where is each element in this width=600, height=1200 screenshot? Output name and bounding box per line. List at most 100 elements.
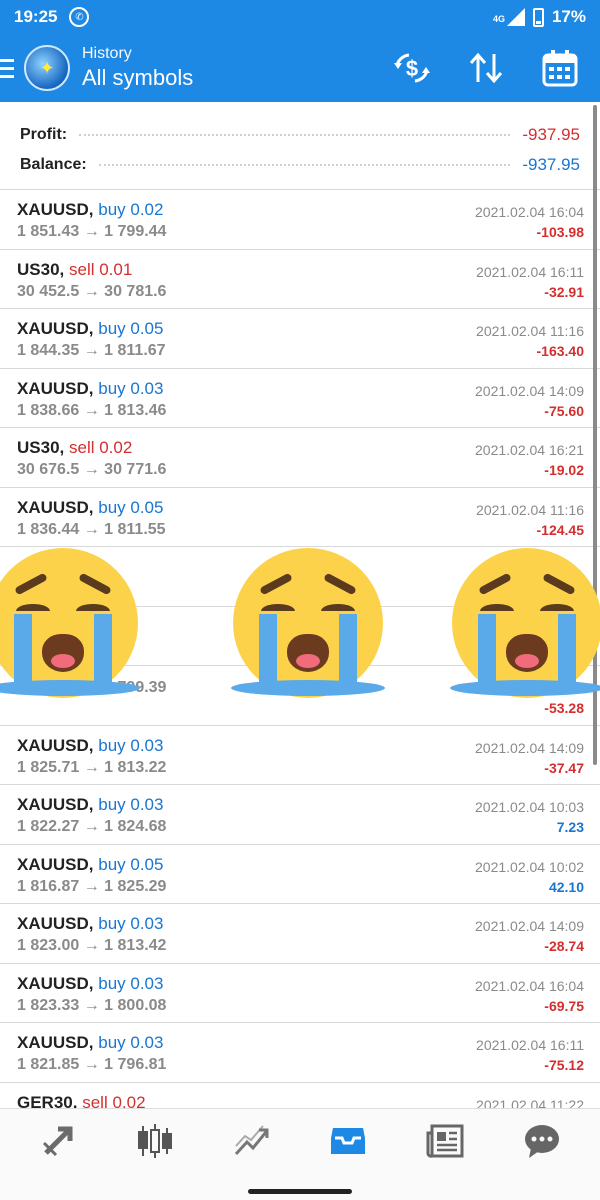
trade-prices: 1 823.33 → 1 800.08 [17,996,167,1014]
crying-emoji [231,548,385,698]
trade-row[interactable]: XAUUSD, buy 0.05 1 816.87 → 1 825.29 2021.… [0,845,600,904]
trade-side: buy 0.03 [98,735,164,755]
trade-symbol: XAUUSD, [17,854,94,874]
trade-row[interactable]: XAUUSD, buy 0.03 1 823.33 → 1 800.08 2021.… [0,964,600,1023]
trade-row[interactable]: GER30, sell 0.02 2021.02.04 11:22 [0,1083,600,1109]
trade-profit: -19.02 [544,462,584,478]
balance-value: -937.95 [522,155,580,174]
crying-emoji [450,548,600,698]
quotes-icon[interactable] [130,1116,180,1166]
profit-value: -937.95 [522,125,580,144]
trade-time: 2021.02.04 14:09 [475,918,584,934]
trade-profit: -28.74 [544,938,584,954]
trade-symbol: XAUUSD, [17,378,94,398]
trade-row[interactable]: XAUUSD, buy 0.03 1 838.66 → 1 813.46 2021.… [0,369,600,428]
dotted-leader [79,134,511,136]
status-time: 19:25 [14,7,58,26]
trade-prices: 1 816.87 → 1 825.29 [17,877,167,895]
profit-row: Profit: -937.95 [20,120,580,150]
trade-side: buy 0.03 [98,1033,164,1052]
trade-symbol: XAUUSD, [17,200,94,219]
trade-side: buy 0.03 [98,973,164,993]
trade-symbol: XAUUSD, [17,735,94,755]
trade-side: sell 0.02 [82,1092,146,1109]
trade-profit: 7.23 [556,819,584,835]
dotted-leader [98,164,511,166]
trade-symbol: US30, [17,438,65,457]
trade-prices: 30 676.5 → 30 771.6 [17,461,167,478]
bottom-navigation [0,1108,600,1200]
trade-prices: 1 851.43 → 1 799.44 [17,223,167,240]
trade-time: 2021.02.04 16:04 [475,977,584,994]
trade-side: buy 0.05 [98,497,164,517]
trade-row[interactable]: XAUUSD, buy 0.03 1 825.71 → 1 813.22 2021.… [0,726,600,785]
trade-prices: 1 838.66 → 1 813.46 [17,401,167,419]
trade-row[interactable]: XAUUSD, buy 0.03 1 821.85 → 1 796.81 2021.… [0,1023,600,1083]
trade-profit: -75.12 [544,1057,584,1073]
trade-side: sell 0.02 [68,438,133,457]
chat-icon[interactable] [517,1116,567,1166]
trade-side: buy 0.03 [98,914,164,933]
battery-icon [532,7,544,27]
battery-percent: 17% [551,7,586,26]
trade-profit: -75.60 [544,402,584,419]
trade-prices: 30 452.5 → 30 781.6 [17,282,167,300]
trade-time: 2021.02.04 14:09 [475,739,584,756]
signal-icon: 4G [493,8,525,26]
trade-time: 2021.02.04 10:02 [475,858,584,875]
profit-label: Profit: [20,126,68,143]
svg-text:$: $ [406,56,418,81]
trade-symbol: XAUUSD, [17,319,94,338]
trade-row[interactable]: US30, sell 0.01 30 452.5 → 30 781.6 2021.0… [0,250,600,309]
trade-time: 2021.02.04 11:16 [476,323,584,339]
trade-symbol: GER30, [17,1092,78,1109]
trade-row[interactable]: XAUUSD, buy 0.02 1 851.43 → 1 799.44 2021.… [0,190,600,250]
trade-row[interactable]: XAUUSD, buy 0.03 1 822.27 → 1 824.68 2021.… [0,785,600,845]
trade-time: 2021.02.04 16:11 [476,1037,584,1053]
calendar-icon[interactable] [540,48,580,88]
trade-side: buy 0.05 [98,854,164,874]
trade-profit: -69.75 [544,997,584,1014]
trade-profit: -163.40 [536,343,584,359]
trade-row[interactable]: US30, sell 0.02 30 676.5 → 30 771.6 2021.0… [0,428,600,488]
header-title[interactable]: All symbols [82,65,193,91]
balance-row: Balance: -937.95 [20,150,580,180]
trade-prices: 1 822.27 → 1 824.68 [17,818,167,835]
sort-icon[interactable] [466,48,506,88]
trade-prices: 1 821.85 → 1 796.81 [17,1056,167,1073]
balance-label: Balance: [20,156,87,173]
chart-icon[interactable] [227,1116,277,1166]
trade-symbol: US30, [17,259,65,279]
deposit-withdraw-icon[interactable]: $ [392,48,432,88]
trade-time: 2021.02.04 16:11 [476,263,584,280]
home-indicator[interactable] [248,1189,352,1194]
trade-time: 2021.02.04 11:16 [476,501,584,518]
trade-profit: -124.45 [536,521,584,538]
menu-icon[interactable] [0,58,16,78]
app-bar: ✦ History All symbols $ [0,34,600,102]
trade-prices: 1 825.71 → 1 813.22 [17,758,167,776]
trade-side: buy 0.05 [98,319,164,338]
metatrader-logo: ✦ [24,45,70,91]
header-subtitle: History [82,45,132,62]
trade-row[interactable]: XAUUSD, buy 0.03 1 823.00 → 1 813.42 2021.… [0,904,600,964]
trade-icon[interactable] [33,1116,83,1166]
summary-panel: Profit: -937.95 Balance: -937.95 [0,102,600,190]
trade-profit: -53.28 [544,700,584,716]
trade-profit: -32.91 [544,283,584,300]
trade-row[interactable]: XAUUSD, buy 0.05 1 844.35 → 1 811.67 2021.… [0,309,600,369]
status-bar: 19:25 ✆ 4G 17% [0,0,600,34]
crying-emoji [0,548,140,698]
whatsapp-icon: ✆ [69,7,90,27]
trade-profit: -103.98 [536,224,584,240]
trade-side: buy 0.03 [98,795,164,814]
trade-side: buy 0.02 [98,200,164,219]
trade-row[interactable]: XAUUSD, buy 0.05 1 836.44 → 1 811.55 2021.… [0,488,600,547]
trade-time: 2021.02.04 10:03 [475,799,584,815]
trade-time: 2021.02.04 14:09 [475,382,584,399]
trade-symbol: XAUUSD, [17,973,94,993]
news-icon[interactable] [420,1116,470,1166]
trade-profit: -37.47 [544,759,584,776]
trade-symbol: XAUUSD, [17,497,94,517]
history-icon[interactable] [323,1116,373,1166]
